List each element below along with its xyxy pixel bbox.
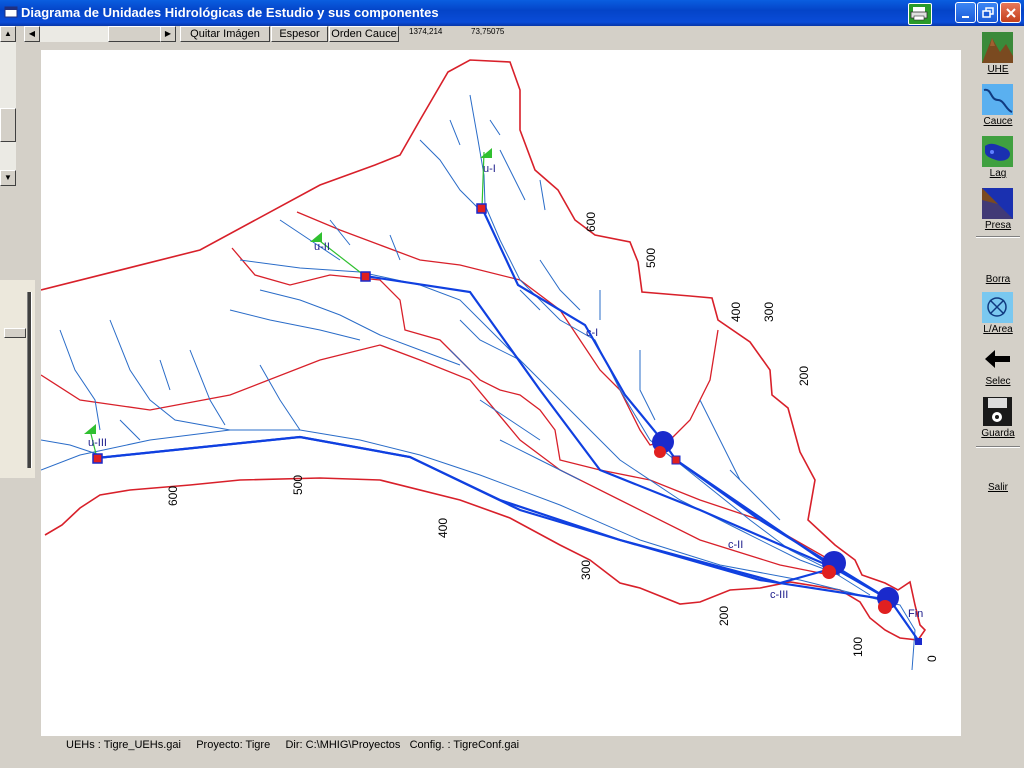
borra-label: Borra	[985, 274, 1011, 285]
salir-button[interactable]: Salir	[974, 446, 1022, 496]
slider-track	[27, 292, 32, 468]
mountain-icon	[982, 32, 1013, 63]
vertical-scrollbar[interactable]: ▲ ▼	[0, 26, 16, 186]
cauce-button[interactable]: Cauce	[974, 80, 1022, 130]
outlet-node[interactable]	[915, 638, 922, 645]
dam-icon	[982, 188, 1013, 219]
flag-icon[interactable]	[480, 148, 492, 158]
unit-label: u-III	[88, 437, 107, 449]
outlet-node[interactable]	[671, 455, 681, 465]
print-icon[interactable]	[908, 3, 932, 25]
selec-label: Selec	[985, 376, 1011, 387]
selec-button[interactable]: Selec	[974, 340, 1022, 390]
contour-label: 300	[579, 560, 593, 580]
hscroll-thumb[interactable]	[108, 26, 164, 42]
outlet-node[interactable]	[92, 453, 103, 464]
outlet-node[interactable]	[360, 271, 371, 282]
status-dir: Dir: C:\MHIG\Proyectos	[285, 739, 401, 751]
minimize-button[interactable]	[955, 2, 976, 23]
coord-x: 1374,214	[409, 27, 443, 36]
status-uehs: UEHs : Tigre_UEHs.gai	[66, 739, 181, 751]
scroll-left-icon[interactable]: ◀	[24, 26, 40, 42]
guarda-label: Guarda	[981, 428, 1015, 439]
watershed-map: 600 500 400 300 200 100 0 600 500 400 30…	[41, 59, 939, 671]
uhe-label: UHE	[987, 64, 1009, 75]
lag-label: Lag	[989, 168, 1007, 179]
watershed-boundary	[41, 59, 927, 641]
contour-label: 600	[584, 212, 598, 232]
subbasin-boundary	[296, 211, 719, 446]
contour-label: 300	[762, 302, 776, 322]
unit-label: u-I	[483, 163, 496, 175]
uhe-button[interactable]: UHE	[974, 28, 1022, 78]
scroll-right-icon[interactable]: ▶	[160, 26, 176, 42]
contour-label: 200	[717, 606, 731, 626]
lag-button[interactable]: Lag	[974, 132, 1022, 182]
area-icon	[982, 292, 1013, 323]
thickness-button[interactable]: Espesor	[271, 26, 328, 42]
scroll-up-icon[interactable]: ▲	[0, 26, 16, 42]
presa-label: Presa	[984, 220, 1012, 231]
arrow-left-icon	[985, 350, 1010, 368]
disk-icon	[983, 397, 1012, 426]
order-button[interactable]: Orden Cauce	[329, 26, 399, 42]
status-config: Config. : TigreConf.gai	[409, 739, 520, 751]
unit-label: u-II	[314, 241, 330, 253]
contour-label: 200	[797, 366, 811, 386]
app-icon	[4, 6, 18, 18]
contour-label: 600	[166, 486, 180, 506]
horizontal-scrollbar[interactable]: ◀ ▶	[24, 26, 176, 42]
larea-button[interactable]: L/Area	[974, 288, 1022, 338]
contour-label: 400	[729, 302, 743, 322]
window-title: Diagrama de Unidades Hidrológicas de Est…	[21, 5, 439, 20]
cauce-label: Cauce	[983, 116, 1013, 127]
tool-panel: UHE Cauce Lag Presa Borra L/Area Selec G…	[974, 26, 1024, 768]
channel-label: c-III	[770, 589, 788, 601]
remove-image-button[interactable]: Quitar Imágen	[180, 26, 270, 42]
status-project: Proyecto: Tigre	[196, 739, 271, 751]
outlet-node[interactable]	[476, 203, 487, 214]
unit-markers	[84, 148, 492, 434]
end-label: Fin	[908, 608, 923, 620]
status-bar: UEHs : Tigre_UEHs.gai Proyecto: Tigre Di…	[66, 739, 519, 751]
restore-button[interactable]	[977, 2, 998, 23]
slider-thumb[interactable]	[4, 328, 26, 338]
presa-button[interactable]: Presa	[974, 184, 1022, 234]
flag-icon[interactable]	[84, 424, 96, 434]
map-canvas[interactable]: 600 500 400 300 200 100 0 600 500 400 30…	[41, 50, 961, 736]
zoom-slider[interactable]	[0, 280, 35, 478]
contour-label: 0	[925, 655, 939, 662]
close-button[interactable]	[1000, 2, 1021, 23]
lake-icon	[982, 136, 1013, 167]
river-icon	[982, 84, 1013, 115]
title-bar: Diagrama de Unidades Hidrológicas de Est…	[0, 0, 1024, 26]
larea-label: L/Area	[983, 324, 1013, 335]
salir-label: Salir	[987, 482, 1008, 493]
guarda-button[interactable]: Guarda	[974, 392, 1022, 442]
coord-y: 73,75075	[471, 27, 505, 36]
borra-button[interactable]: Borra	[974, 238, 1022, 288]
contour-label: 500	[291, 475, 305, 495]
scroll-down-icon[interactable]: ▼	[0, 170, 16, 186]
contour-label: 100	[851, 637, 865, 657]
contour-label: 400	[436, 518, 450, 538]
contour-label: 500	[644, 248, 658, 268]
junction-nodes	[652, 431, 899, 614]
channel-label: c-II	[728, 539, 743, 551]
scroll-thumb[interactable]	[0, 108, 16, 142]
